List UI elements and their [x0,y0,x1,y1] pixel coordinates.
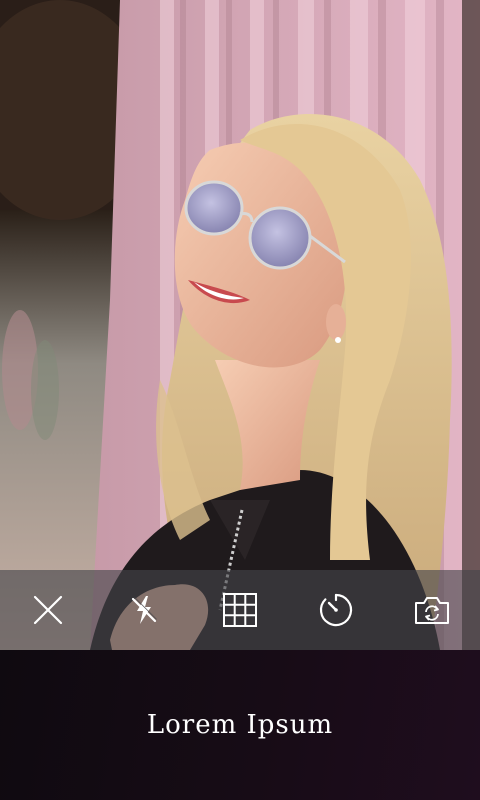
camera-preview[interactable] [0,0,480,650]
close-icon [33,595,63,625]
switch-camera-button[interactable] [404,582,460,638]
grid-button[interactable] [212,582,268,638]
grid-icon [223,593,257,627]
timer-button[interactable] [308,582,364,638]
switch-camera-icon [415,597,449,624]
camera-screen: Lorem Ipsum [0,0,480,800]
flash-off-button[interactable] [116,582,172,638]
timer-icon [319,593,353,627]
preview-photo [0,0,480,650]
flash-off-icon [131,596,157,624]
caption-text: Lorem Ipsum [146,710,334,740]
close-button[interactable] [20,582,76,638]
bottom-panel: Lorem Ipsum [0,650,480,800]
camera-toolbar [0,570,480,650]
